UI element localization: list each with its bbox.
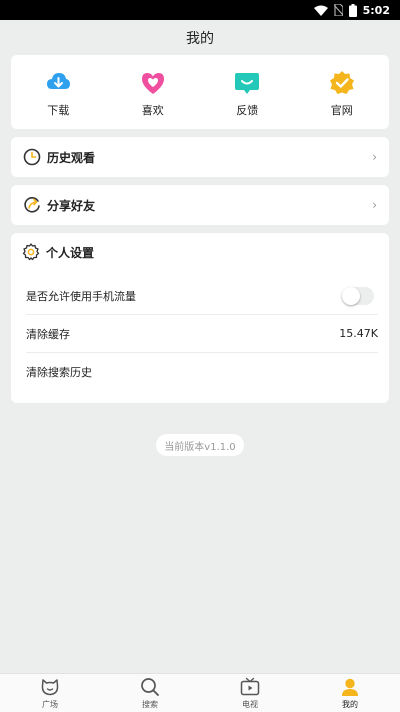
- clock-icon: [23, 148, 41, 166]
- clear-search-history-row[interactable]: 清除搜索历史: [26, 353, 378, 391]
- clear-cache-row[interactable]: 清除缓存 15.47K: [26, 315, 378, 353]
- chevron-right-icon: ›: [372, 150, 377, 164]
- feedback-icon: [235, 73, 260, 94]
- tab-mine[interactable]: 我的: [300, 674, 400, 712]
- wifi-icon: [313, 5, 328, 16]
- user-icon: [342, 678, 358, 696]
- tv-icon: [240, 677, 260, 695]
- cache-size-value: 15.47K: [339, 327, 378, 340]
- tab-square-label: 广场: [42, 699, 58, 709]
- history-row[interactable]: 历史观看 ›: [11, 137, 389, 177]
- mobile-data-toggle[interactable]: [342, 286, 374, 305]
- quick-like-label: 喜欢: [141, 104, 164, 117]
- version-badge: 当前版本v1.1.0: [156, 434, 244, 456]
- status-time: 5:02: [362, 3, 390, 17]
- chevron-right-icon: ›: [372, 198, 377, 212]
- heart-icon: [141, 73, 164, 94]
- quick-download-button[interactable]: 下载: [11, 55, 106, 129]
- bottom-tab-bar: 广场 搜索 电视 我的: [0, 673, 400, 712]
- no-sim-icon: [333, 4, 343, 16]
- quick-download-label: 下载: [47, 104, 70, 117]
- quick-feedback-button[interactable]: 反馈: [200, 55, 295, 129]
- mobile-data-label: 是否允许使用手机流量: [26, 289, 136, 303]
- quick-website-label: 官网: [330, 104, 353, 117]
- quick-website-button[interactable]: 官网: [295, 55, 390, 129]
- share-label: 分享好友: [47, 198, 96, 213]
- tab-search-label: 搜索: [142, 699, 158, 709]
- clear-cache-label: 清除缓存: [26, 327, 70, 341]
- history-label: 历史观看: [47, 150, 96, 165]
- status-bar: 5:02: [0, 0, 400, 20]
- tab-tv-label: 电视: [242, 699, 258, 709]
- quick-actions-card: 下载 喜欢 反馈 官网: [11, 55, 389, 129]
- settings-title: 个人设置: [46, 245, 95, 260]
- settings-card: 个人设置 是否允许使用手机流量 清除缓存 15.47K 清除搜索历史: [11, 233, 389, 403]
- download-icon: [47, 73, 71, 89]
- settings-header: 个人设置: [11, 233, 389, 271]
- mobile-data-row: 是否允许使用手机流量: [26, 277, 378, 315]
- tab-search[interactable]: 搜索: [100, 674, 200, 712]
- share-row[interactable]: 分享好友 ›: [11, 185, 389, 225]
- cat-face-icon: [41, 678, 59, 695]
- quick-feedback-label: 反馈: [236, 104, 259, 117]
- search-icon: [141, 677, 159, 696]
- toggle-knob: [342, 286, 360, 305]
- badge-check-icon: [329, 71, 354, 94]
- battery-icon: [348, 3, 357, 17]
- clear-search-history-label: 清除搜索历史: [26, 366, 92, 379]
- gear-icon: [22, 243, 40, 261]
- tab-mine-label: 我的: [342, 699, 358, 709]
- share-icon: [24, 197, 40, 213]
- tab-tv[interactable]: 电视: [200, 674, 300, 712]
- quick-like-button[interactable]: 喜欢: [106, 55, 201, 129]
- page-title: 我的: [186, 31, 214, 47]
- tab-square[interactable]: 广场: [0, 674, 100, 712]
